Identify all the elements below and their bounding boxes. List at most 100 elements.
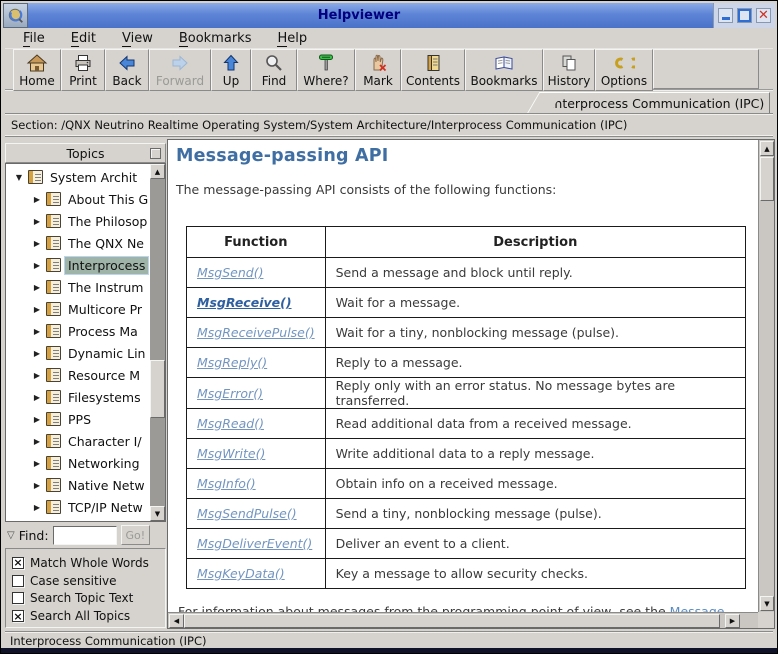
- book-icon: [46, 346, 61, 360]
- collapsed-arrow-icon[interactable]: ▶: [32, 283, 42, 292]
- scroll-right-icon[interactable]: ▶: [725, 614, 740, 628]
- scroll-down-icon[interactable]: ▼: [760, 596, 774, 611]
- tree-scrollbar[interactable]: ▲ ▼: [150, 164, 165, 521]
- msgwrite-link[interactable]: MsgWrite(): [197, 446, 265, 461]
- find-collapse-icon[interactable]: ▽: [7, 530, 15, 541]
- checkbox-search-all-topics[interactable]: ×Search All Topics: [12, 609, 165, 623]
- history-button[interactable]: History: [543, 49, 595, 91]
- collapsed-arrow-icon[interactable]: ▶: [32, 261, 42, 270]
- msgreply-link[interactable]: MsgReply(): [197, 355, 267, 370]
- minimize-button[interactable]: [718, 8, 733, 23]
- msgdeliverevent-link[interactable]: MsgDeliverEvent(): [197, 536, 312, 551]
- tree-item-the-instrumented[interactable]: ▶The Instrum: [6, 276, 150, 298]
- collapsed-arrow-icon[interactable]: ▶: [32, 327, 42, 336]
- content-horizontal-scrollbar[interactable]: ◀ ▶: [168, 612, 758, 628]
- expanded-arrow-icon[interactable]: ▼: [14, 173, 24, 182]
- tree-item-interprocess-communication[interactable]: ▶Interprocess: [6, 254, 150, 276]
- tree-item-multicore-processing[interactable]: ▶Multicore Pr: [6, 298, 150, 320]
- content-hscroll-thumb[interactable]: [184, 614, 720, 628]
- tree-item-networking[interactable]: ▶Networking: [6, 452, 150, 474]
- where-button[interactable]: Where?: [297, 49, 355, 91]
- tree-item-system-architecture[interactable]: ▼System Archit: [6, 166, 150, 188]
- mark-button[interactable]: Mark: [355, 49, 401, 91]
- checkbox-match-whole-words[interactable]: ×Match Whole Words: [12, 556, 165, 570]
- collapsed-arrow-icon[interactable]: ▶: [32, 393, 42, 402]
- checkbox-icon[interactable]: ×: [12, 610, 24, 622]
- up-button[interactable]: Up: [211, 49, 251, 91]
- tree-item-filesystems[interactable]: ▶Filesystems: [6, 386, 150, 408]
- collapsed-arrow-icon[interactable]: ▶: [32, 349, 42, 358]
- msgerror-link[interactable]: MsgError(): [197, 386, 263, 401]
- home-button[interactable]: Home: [13, 49, 61, 91]
- collapsed-arrow-icon[interactable]: ▶: [32, 305, 42, 314]
- content-vertical-scrollbar[interactable]: ▲ ▼: [758, 140, 774, 612]
- scroll-up-icon[interactable]: ▲: [150, 164, 165, 179]
- find-button[interactable]: Find: [251, 49, 297, 91]
- collapsed-arrow-icon[interactable]: ▶: [32, 459, 42, 468]
- maximize-button[interactable]: [737, 8, 752, 23]
- tree-item-pps[interactable]: ▶PPS: [6, 408, 150, 430]
- forward-button[interactable]: Forward: [149, 49, 211, 91]
- tree-item-the-qnx-neutrino[interactable]: ▶The QNX Ne: [6, 232, 150, 254]
- checkbox-search-topic-text[interactable]: Search Topic Text: [12, 591, 165, 605]
- menu-file[interactable]: File: [23, 31, 45, 46]
- tree-item-high-availability[interactable]: ▶High Availab: [6, 518, 150, 521]
- bookmarks-button[interactable]: Bookmarks: [465, 49, 543, 91]
- msgsendpulse-link[interactable]: MsgSendPulse(): [197, 506, 297, 521]
- tree-scrollbar-thumb[interactable]: [150, 360, 165, 418]
- find-row: ▽ Find: Go!: [5, 522, 166, 548]
- print-button[interactable]: Print: [61, 49, 105, 91]
- book-icon: [46, 412, 61, 426]
- msgsend-link[interactable]: MsgSend(): [197, 265, 263, 280]
- msgreceivepulse-link[interactable]: MsgReceivePulse(): [197, 325, 315, 340]
- menu-edit[interactable]: Edit: [71, 31, 96, 46]
- msgread-link[interactable]: MsgRead(): [197, 416, 264, 431]
- find-input[interactable]: [53, 526, 117, 545]
- tree-item-the-philosophy[interactable]: ▶The Philosop: [6, 210, 150, 232]
- checkbox-icon[interactable]: [12, 592, 24, 604]
- back-button[interactable]: Back: [105, 49, 149, 91]
- contents-button[interactable]: Contents: [401, 49, 465, 91]
- menu-bookmarks[interactable]: Bookmarks: [179, 31, 252, 46]
- menu-view[interactable]: View: [122, 31, 153, 46]
- scroll-left-icon[interactable]: ◀: [169, 614, 184, 628]
- tree-item-process-manager[interactable]: ▶Process Ma: [6, 320, 150, 342]
- close-button[interactable]: ✕: [756, 8, 771, 23]
- collapse-panel-button[interactable]: [150, 148, 161, 159]
- functions-table: Function Description MsgSend()Send a mes…: [186, 226, 746, 589]
- tree-item-native-networking[interactable]: ▶Native Netw: [6, 474, 150, 496]
- collapsed-arrow-icon[interactable]: ▶: [32, 239, 42, 248]
- checkbox-icon[interactable]: [12, 575, 24, 587]
- checkbox-icon[interactable]: ×: [12, 557, 24, 569]
- signpost-icon: [316, 53, 336, 73]
- find-go-button[interactable]: Go!: [121, 525, 151, 545]
- options-button[interactable]: Options: [595, 49, 653, 91]
- collapsed-arrow-icon[interactable]: ▶: [32, 437, 42, 446]
- arrow-up-icon: [221, 53, 241, 73]
- book-icon: [46, 192, 61, 206]
- checkbox-case-sensitive[interactable]: Case sensitive: [12, 574, 165, 588]
- msgreceive-link[interactable]: MsgReceive(): [197, 295, 292, 310]
- book-icon: [46, 478, 61, 492]
- content-vscroll-thumb[interactable]: [760, 157, 774, 201]
- collapsed-arrow-icon[interactable]: ▶: [32, 195, 42, 204]
- msgkeydata-link[interactable]: MsgKeyData(): [197, 566, 285, 581]
- tree-item-dynamic-linking[interactable]: ▶Dynamic Lin: [6, 342, 150, 364]
- tree-item-tcpip-networking[interactable]: ▶TCP/IP Netw: [6, 496, 150, 518]
- tree-item-character-io[interactable]: ▶Character I/: [6, 430, 150, 452]
- scroll-down-icon[interactable]: ▼: [150, 506, 165, 521]
- collapsed-arrow-icon[interactable]: ▶: [32, 503, 42, 512]
- book-icon: [46, 258, 61, 272]
- collapsed-arrow-icon[interactable]: ▶: [32, 415, 42, 424]
- menu-help[interactable]: Help: [277, 31, 307, 46]
- tree-item-about-this-guide[interactable]: ▶About This G: [6, 188, 150, 210]
- msginfo-link[interactable]: MsgInfo(): [197, 476, 256, 491]
- scroll-up-icon[interactable]: ▲: [760, 141, 774, 156]
- collapsed-arrow-icon[interactable]: ▶: [32, 481, 42, 490]
- collapsed-arrow-icon[interactable]: ▶: [32, 371, 42, 380]
- tab-interprocess-communication[interactable]: Interprocess Communication (IPC): [546, 92, 770, 113]
- table-row: MsgWrite()Write additional data to a rep…: [187, 439, 746, 469]
- topics-sidebar: Topics ▼System Archit ▶About This G ▶The…: [5, 143, 166, 628]
- tree-item-resource-managers[interactable]: ▶Resource M: [6, 364, 150, 386]
- collapsed-arrow-icon[interactable]: ▶: [32, 217, 42, 226]
